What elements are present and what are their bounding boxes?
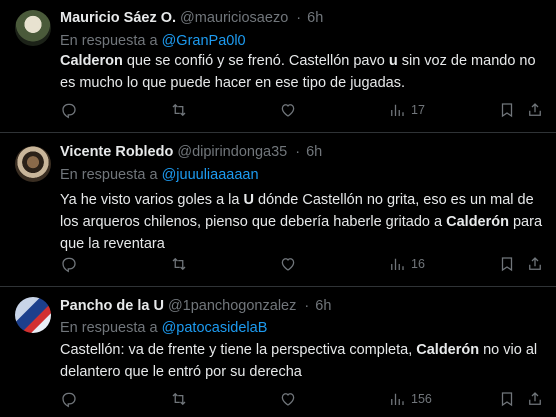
timestamp[interactable]: 6h: [307, 10, 323, 26]
retweet-icon: [172, 392, 186, 406]
display-name[interactable]: Pancho de la U: [60, 298, 164, 314]
reply-prefix: En respuesta a: [60, 167, 158, 183]
views-icon: [391, 104, 404, 116]
user-handle[interactable]: @dipirindonga35: [177, 144, 287, 160]
action-bar: 17: [52, 100, 548, 120]
user-handle[interactable]: @1panchogonzalez: [168, 298, 296, 314]
retweet-button[interactable]: [170, 389, 188, 409]
share-button[interactable]: [526, 254, 544, 274]
reply-button[interactable]: [60, 389, 78, 409]
reply-button[interactable]: [60, 100, 78, 120]
reply-context: En respuesta a @GranPa0l0: [60, 32, 246, 50]
action-bar: 16: [52, 254, 548, 274]
tweet-header: Pancho de la U @1panchogonzalez · 6h: [60, 297, 331, 315]
separator: ·: [296, 10, 302, 26]
display-name[interactable]: Mauricio Sáez O.: [60, 10, 176, 26]
bold-term: u: [388, 53, 398, 69]
retweet-icon: [172, 103, 186, 117]
user-handle[interactable]: @mauriciosaezo: [180, 10, 288, 26]
views-button[interactable]: 17: [388, 100, 425, 120]
reply-mention[interactable]: @GranPa0l0: [162, 33, 246, 49]
views-count: 156: [411, 392, 432, 406]
like-button[interactable]: [279, 100, 297, 120]
avatar[interactable]: [15, 297, 51, 333]
text-segment: Castellón: va de frente y tiene la persp…: [60, 342, 417, 358]
like-icon: [281, 393, 295, 406]
bold-term: Calderon: [60, 53, 123, 69]
bold-term: U: [243, 192, 254, 208]
tweet-text: Ya he visto varios goles a la U dónde Ca…: [60, 189, 548, 255]
bookmark-button[interactable]: [498, 254, 516, 274]
reply-mention[interactable]: @juuuliaaaaan: [162, 167, 259, 183]
separator: ·: [295, 144, 301, 160]
bookmark-icon: [501, 257, 513, 272]
retweet-button[interactable]: [170, 254, 188, 274]
views-button[interactable]: 156: [388, 389, 432, 409]
tweet[interactable]: Pancho de la U @1panchogonzalez · 6h En r…: [0, 287, 556, 417]
share-button[interactable]: [526, 100, 544, 120]
separator: ·: [304, 298, 310, 314]
timestamp[interactable]: 6h: [315, 298, 331, 314]
reply-button[interactable]: [60, 254, 78, 274]
reply-icon: [62, 103, 76, 119]
tweet[interactable]: Mauricio Sáez O. @mauriciosaezo · 6h En r…: [0, 0, 556, 133]
retweet-button[interactable]: [170, 100, 188, 120]
text-segment: Ya he visto varios goles a la: [60, 192, 244, 208]
timestamp[interactable]: 6h: [306, 144, 322, 160]
reply-mention[interactable]: @patocasidelaB: [162, 320, 268, 336]
tweet[interactable]: Vicente Robledo @dipirindonga35 · 6h En r…: [0, 133, 556, 287]
like-icon: [281, 104, 295, 117]
views-icon: [391, 258, 404, 270]
bookmark-icon: [501, 103, 513, 118]
bold-term: Calderón: [446, 214, 509, 230]
text-segment: que se confió y se frenó. Castellón pavo: [122, 53, 389, 69]
views-icon: [391, 393, 404, 405]
like-icon: [281, 258, 295, 271]
bookmark-button[interactable]: [498, 389, 516, 409]
reply-icon: [62, 257, 76, 273]
share-icon: [529, 103, 541, 116]
action-bar: 156: [52, 389, 548, 409]
reply-feed: Mauricio Sáez O. @mauriciosaezo · 6h En r…: [0, 0, 556, 417]
tweet-header: Vicente Robledo @dipirindonga35 · 6h: [60, 143, 322, 161]
bold-term: Calderón: [416, 342, 480, 358]
tweet-text: Castellón: va de frente y tiene la persp…: [60, 339, 548, 383]
retweet-icon: [172, 257, 186, 271]
bookmark-icon: [501, 392, 513, 407]
avatar[interactable]: [15, 146, 51, 182]
views-count: 17: [411, 103, 425, 117]
share-button[interactable]: [526, 389, 544, 409]
bookmark-button[interactable]: [498, 100, 516, 120]
views-button[interactable]: 16: [388, 254, 425, 274]
tweet-header: Mauricio Sáez O. @mauriciosaezo · 6h: [60, 9, 323, 27]
display-name[interactable]: Vicente Robledo: [60, 144, 173, 160]
reply-context: En respuesta a @patocasidelaB: [60, 319, 267, 337]
reply-icon: [62, 392, 76, 408]
tweet-text: Calderon que se confió y se frenó. Caste…: [60, 50, 548, 94]
share-icon: [529, 392, 541, 405]
like-button[interactable]: [279, 254, 297, 274]
views-count: 16: [411, 257, 425, 271]
reply-context: En respuesta a @juuuliaaaaan: [60, 166, 259, 184]
reply-prefix: En respuesta a: [60, 33, 158, 49]
share-icon: [529, 257, 541, 270]
reply-prefix: En respuesta a: [60, 320, 158, 336]
avatar[interactable]: [15, 10, 51, 46]
like-button[interactable]: [279, 389, 297, 409]
